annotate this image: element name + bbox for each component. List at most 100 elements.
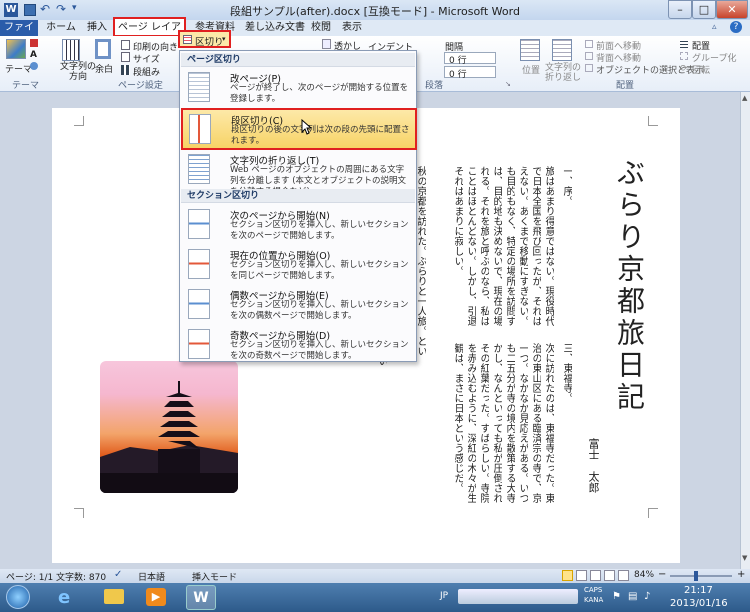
- minimize-button[interactable]: –: [668, 0, 692, 19]
- text-line: は、目的地も決めないで、現在の場所から離: [491, 166, 502, 326]
- tray-flag-icon[interactable]: ⚑: [612, 591, 621, 602]
- start-button-icon[interactable]: [6, 585, 30, 609]
- scroll-down-icon[interactable]: ▼: [742, 554, 747, 562]
- spacing-after-field[interactable]: 0 行: [444, 66, 496, 80]
- menu-item-odd-page[interactable]: 奇数ページから開始(D) セクション区切りを挿入し、新しいセクションを次の奇数ペ…: [182, 325, 414, 365]
- group-label-paragraph: 段落: [425, 81, 444, 91]
- view-draft-icon[interactable]: [618, 570, 629, 581]
- margins-icon[interactable]: [95, 39, 111, 59]
- close-button[interactable]: ✕: [716, 0, 748, 19]
- menu-section-page-breaks: ページ区切り: [181, 53, 415, 67]
- rotate-label[interactable]: 回転: [692, 63, 710, 76]
- pagoda-silhouette-icon: [100, 381, 238, 493]
- word-taskbar-icon[interactable]: W: [186, 585, 216, 610]
- zoom-in-icon[interactable]: +: [737, 569, 745, 580]
- column-break-icon: [189, 114, 211, 144]
- spacing-before-field[interactable]: 0 行: [444, 52, 496, 66]
- vertical-scrollbar[interactable]: ▲ ▼: [740, 92, 750, 569]
- view-outline-icon[interactable]: [604, 570, 615, 581]
- group-label-page-setup: ページ設定: [118, 81, 163, 91]
- orientation-icon[interactable]: [121, 40, 130, 50]
- theme-button-label[interactable]: テーマ: [5, 62, 32, 75]
- paragraph-dialog-icon[interactable]: ↘: [505, 80, 511, 88]
- windows-taskbar: e ▶ W JP CAPS KANA ⚑ ▤ ♪ 21:17 2013/01/1…: [0, 583, 750, 612]
- theme-effects-icon[interactable]: [30, 62, 38, 70]
- maximize-button[interactable]: □: [692, 0, 716, 19]
- send-backward-icon[interactable]: [585, 52, 593, 60]
- text-wrapping-icon: [188, 154, 210, 184]
- text-line: 一つ。なかなか見応えがある。いつか特別に: [517, 343, 528, 503]
- theme-fonts-icon[interactable]: A: [30, 50, 37, 60]
- breaks-dropdown-menu: ページ区切り 改ページ(P) ページが終了し、次のページが開始する位置を登録しま…: [179, 50, 417, 362]
- position-icon[interactable]: [520, 39, 540, 61]
- view-web-layout-icon[interactable]: [590, 570, 601, 581]
- view-full-screen-icon[interactable]: [576, 570, 587, 581]
- menu-item-continuous[interactable]: 現在の位置から開始(O) セクション区切りを挿入し、新しいセクションを同じページ…: [182, 245, 414, 285]
- align-icon[interactable]: [680, 40, 688, 48]
- tab-home[interactable]: ホーム: [42, 20, 80, 36]
- breaks-button[interactable]: 区切り ▾: [178, 30, 231, 48]
- text-line: 治の東山区にある臨済宗の寺で、京都五山の: [530, 343, 541, 503]
- clock-time[interactable]: 21:17: [684, 585, 713, 596]
- menu-item-text-wrapping[interactable]: 文字列の折り返し(T) Web ページのオブジェクトの周囲にある文字列を分離しま…: [182, 150, 414, 197]
- text-line: れる。それを旅と呼ぶのなら、私は旅をした: [478, 166, 489, 326]
- zoom-out-icon[interactable]: −: [658, 569, 666, 580]
- position-label[interactable]: 位置: [522, 63, 540, 76]
- rotate-icon[interactable]: ⟳: [680, 64, 688, 74]
- menu-item-column-break[interactable]: 段区切り(C) 段区切りの後の文字列は次の段の先頭に配置されます。: [181, 108, 417, 150]
- theme-icon[interactable]: [6, 39, 26, 59]
- tab-mailings[interactable]: 差し込み文書: [244, 20, 306, 36]
- menu-item-description: セクション区切りを挿入し、新しいセクションを次のページで開始します。: [230, 220, 409, 241]
- tab-file[interactable]: ファイル: [0, 20, 38, 48]
- tab-insert[interactable]: 挿入: [82, 20, 112, 36]
- theme-colors-icon[interactable]: [30, 39, 38, 47]
- status-word-count[interactable]: 文字数: 870: [56, 570, 106, 583]
- zoom-slider[interactable]: [670, 571, 732, 581]
- menu-section-section-breaks: セクション区切り: [181, 189, 415, 203]
- document-title: ぶらり京都旅日記: [613, 158, 646, 414]
- size-label[interactable]: サイズ: [133, 52, 160, 65]
- zoom-slider-thumb[interactable]: [694, 571, 698, 581]
- scroll-up-icon[interactable]: ▲: [742, 94, 747, 102]
- ime-indicator[interactable]: JP: [440, 591, 448, 601]
- text-line: を赤み込むように、深紅の木々が生い茂る: [465, 343, 476, 503]
- odd-page-icon: [188, 329, 210, 359]
- view-print-layout-icon[interactable]: [562, 570, 573, 581]
- zoom-level[interactable]: 84%: [634, 570, 654, 580]
- tab-view[interactable]: 表示: [338, 20, 366, 36]
- status-language[interactable]: 日本語: [138, 570, 165, 583]
- internet-explorer-icon[interactable]: e: [58, 587, 70, 608]
- proofing-icon[interactable]: ✓: [114, 569, 122, 580]
- clock-date[interactable]: 2013/01/16: [670, 598, 728, 609]
- size-icon[interactable]: [121, 52, 130, 62]
- group-icon[interactable]: [680, 52, 688, 60]
- ime-toolbar-icon[interactable]: [458, 589, 578, 604]
- watermark-icon[interactable]: [322, 39, 331, 49]
- status-page[interactable]: ページ: 1/1: [6, 570, 53, 583]
- tray-volume-icon[interactable]: ♪: [644, 591, 650, 602]
- menu-item-page-break[interactable]: 改ページ(P) ページが終了し、次のページが開始する位置を登録します。: [182, 68, 414, 108]
- media-player-icon[interactable]: ▶: [146, 588, 166, 606]
- file-explorer-icon[interactable]: [104, 589, 124, 604]
- columns-icon[interactable]: [121, 65, 130, 75]
- menu-item-even-page[interactable]: 偶数ページから開始(E) セクション区切りを挿入し、新しいセクションを次の偶数ペ…: [182, 285, 414, 325]
- help-icon[interactable]: ?: [730, 21, 742, 33]
- status-insert-mode[interactable]: 挿入モード: [192, 570, 237, 583]
- bring-forward-icon[interactable]: [585, 40, 593, 48]
- heading-introduction: 一、序。: [561, 166, 572, 206]
- tab-page-layout[interactable]: ページ レイアウト: [113, 17, 186, 50]
- wrap-text-icon[interactable]: [552, 39, 572, 61]
- menu-item-next-page[interactable]: 次のページから開始(N) セクション区切りを挿入し、新しいセクションを次のページ…: [182, 205, 414, 245]
- columns-label[interactable]: 段組み: [133, 65, 160, 78]
- ribbon-minimize-icon[interactable]: ▵: [712, 22, 717, 32]
- text-direction-label[interactable]: 文字列の 方向: [60, 62, 96, 82]
- wrap-text-label[interactable]: 文字列の 折り返し: [545, 63, 581, 83]
- pagoda-sunset-image[interactable]: [100, 361, 238, 493]
- caps-indicator: CAPS: [584, 586, 603, 594]
- tray-network-icon[interactable]: ▤: [628, 591, 637, 602]
- tab-review[interactable]: 校閲: [308, 20, 334, 36]
- selection-pane-icon[interactable]: [585, 64, 593, 72]
- continuous-icon: [188, 249, 210, 279]
- text-direction-icon[interactable]: [62, 39, 80, 61]
- margins-label[interactable]: 余白: [95, 62, 113, 75]
